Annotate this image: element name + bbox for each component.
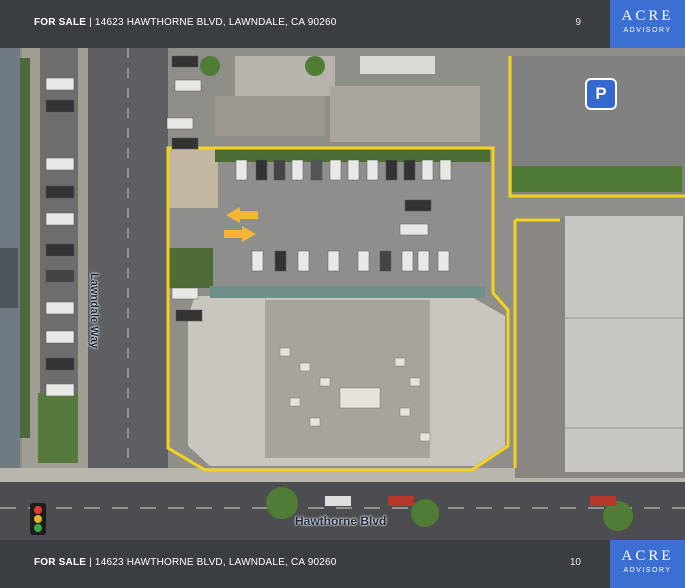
- footer-bar: FOR SALE | 14623 HAWTHORNE BLVD, LAWNDAL…: [0, 540, 685, 588]
- aerial-site-map: P Hawthorne Blvd Lawndale Way: [0, 48, 685, 540]
- parking-marker: P: [585, 78, 617, 110]
- logo-subtitle: ADVISORY: [623, 27, 672, 34]
- footer-for-sale-label: FOR SALE: [34, 557, 87, 568]
- footer-acre-advisory-logo: ACRE ADVISORY: [610, 540, 685, 588]
- hawthorne-blvd-road: [0, 480, 685, 540]
- header-address: FOR SALE | 14623 HAWTHORNE BLVD, LAWNDAL…: [34, 17, 337, 28]
- for-sale-label: FOR SALE: [34, 17, 87, 28]
- footer-logo-subtitle: ADVISORY: [623, 567, 672, 574]
- footer-address: FOR SALE | 14623 HAWTHORNE BLVD, LAWNDAL…: [34, 557, 337, 568]
- lawndale-way-label: Lawndale Way: [88, 273, 100, 349]
- footer-address-text: | 14623 HAWTHORNE BLVD, LAWNDALE, CA 902…: [89, 557, 337, 568]
- header-address-text: | 14623 HAWTHORNE BLVD, LAWNDALE, CA 902…: [89, 17, 337, 28]
- neighbor-building-roof: [565, 216, 683, 472]
- footer-page-number: 10: [569, 557, 581, 568]
- acre-advisory-logo: ACRE ADVISORY: [610, 0, 685, 48]
- header-bar: FOR SALE | 14623 HAWTHORNE BLVD, LAWNDAL…: [0, 0, 685, 48]
- hawthorne-blvd-label: Hawthorne Blvd: [295, 514, 387, 528]
- page-number: 9: [575, 17, 581, 28]
- logo-name: ACRE: [621, 8, 674, 24]
- footer-logo-name: ACRE: [621, 548, 674, 564]
- aerial-image: [0, 48, 685, 540]
